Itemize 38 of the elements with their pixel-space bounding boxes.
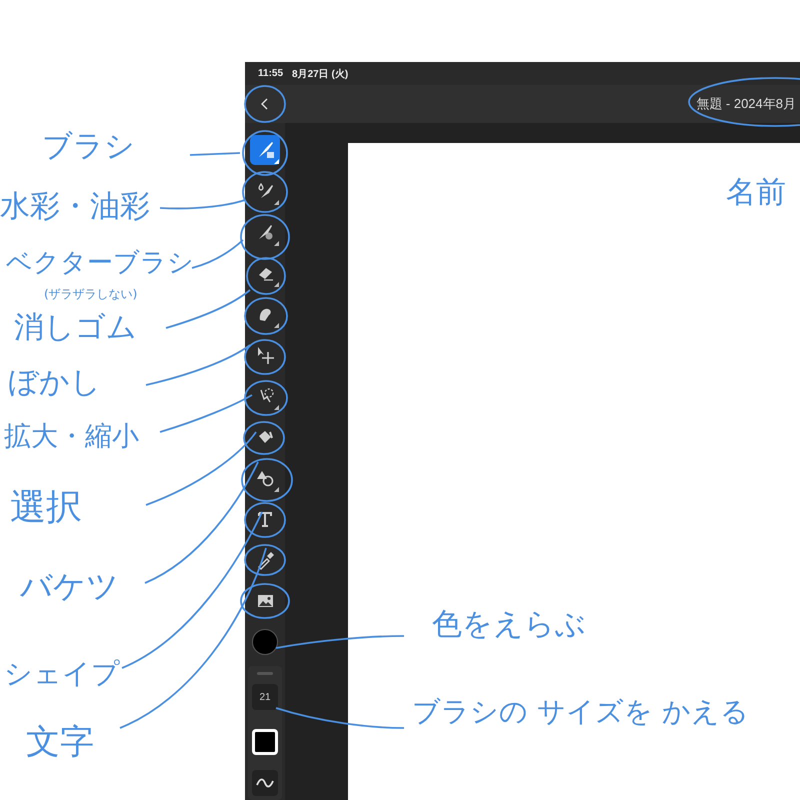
status-time: 11:55 [258,68,284,79]
color-swatch[interactable] [252,629,278,655]
handwritten-label: ベクターブラシ [6,250,194,276]
hand-drawn-circle [242,130,288,176]
hand-drawn-circle [244,502,286,538]
handwritten-label: ブラシの サイズを かえる [412,698,749,726]
handwritten-label: 色をえらぶ [432,610,586,640]
hand-drawn-circle [244,297,288,335]
hand-drawn-circle [242,171,288,213]
handwritten-label: ぼかし [8,368,101,398]
hand-drawn-circle [243,421,285,455]
handwritten-label: 拡大・縮小 [4,423,139,450]
handwritten-label: バケツ [20,570,119,602]
handwritten-label: 文字 [26,725,94,759]
status-date: 8月27日 (火) [292,68,348,80]
hand-drawn-circle [246,257,286,295]
hand-drawn-circle [240,214,290,260]
leader-line [192,239,244,269]
handwritten-label: 消しゴム [14,313,137,343]
opacity-swatch-icon[interactable] [252,729,278,755]
leader-line [190,152,240,156]
handwritten-label: ブラシ [42,132,135,162]
hand-drawn-circle [240,583,290,619]
handwritten-label: 名前 [726,178,786,208]
hand-drawn-circle [244,85,286,123]
hand-drawn-circle [244,339,286,375]
brush-tool-icon[interactable] [250,135,280,165]
wave-icon[interactable] [252,770,278,796]
handwritten-label: 水彩・油彩 [0,192,150,222]
hand-drawn-circle [244,544,286,576]
document-title[interactable]: 無題 - 2024年8月 [696,95,796,113]
brush-size-button[interactable]: 21 [252,684,278,710]
handwritten-label: シェイプ [4,660,120,688]
hand-drawn-circle [244,380,288,416]
drag-handle[interactable] [257,672,273,675]
handwritten-label: 選択 [10,490,82,526]
handwritten-note: (ザラザラしない) [44,286,138,303]
hand-drawn-circle [241,458,293,502]
